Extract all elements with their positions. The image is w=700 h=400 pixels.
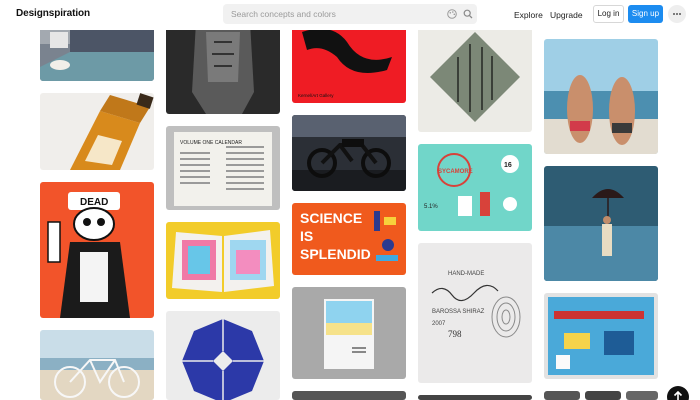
pin-amber-bottle[interactable] (40, 93, 154, 170)
hand-made-text: HAND-MADE (448, 271, 484, 277)
pin-gradient-booklet[interactable] (292, 287, 406, 379)
pin-calendar-print[interactable]: VOLUME ONE CALENDAR (166, 126, 280, 210)
sycamore-label: SYCAMORE (438, 169, 473, 175)
scroll-top-button[interactable] (667, 386, 689, 400)
science-title-1: SCIENCE (300, 210, 362, 226)
signup-button[interactable]: Sign up (628, 5, 663, 23)
dead-cap-text: DEAD (80, 197, 108, 208)
arrow-up-icon (673, 391, 683, 400)
login-button[interactable]: Log in (593, 5, 624, 23)
more-icon[interactable] (668, 5, 686, 23)
pin-wine-label[interactable]: HAND-MADE BAROSSA SHIRAZ 2007 798 (418, 243, 532, 383)
pin-red-poster[interactable]: Kernel/Art Gallery (292, 22, 406, 103)
pin-bicycle-beach[interactable] (40, 330, 154, 400)
search-bar[interactable]: Search concepts and colors (223, 4, 477, 24)
pin-tattoo-portrait[interactable] (166, 22, 280, 114)
pin-watercolor-book[interactable] (166, 222, 280, 299)
pin-blue-geometric-logo[interactable] (166, 311, 280, 400)
pin-blue-collage[interactable] (544, 293, 658, 379)
search-input[interactable]: Search concepts and colors (231, 9, 336, 19)
site-logo[interactable]: Designspiration (16, 8, 90, 19)
barossa-text: BAROSSA SHIRAZ (432, 309, 485, 315)
pin-interior-room[interactable] (40, 22, 154, 81)
pin-beach-photo[interactable] (544, 39, 658, 154)
science-title-3: SPLENDID (300, 246, 371, 262)
vintage-year: 2007 (432, 321, 446, 327)
pin-science-splendid[interactable]: SCIENCE IS SPLENDID (292, 203, 406, 275)
pin-sycamore-badge[interactable]: SYCAMORE 16 5.1% (418, 144, 532, 231)
pin-partial-dark[interactable] (418, 395, 532, 400)
pin-motorcycle[interactable] (292, 115, 406, 191)
pin-partial-grey[interactable] (292, 391, 406, 400)
bottle-number: 798 (448, 329, 462, 339)
calendar-title: VOLUME ONE CALENDAR (180, 140, 242, 146)
sycamore-percent: 5.1% (424, 204, 438, 210)
search-icon[interactable] (463, 9, 473, 19)
pin-partial-c[interactable] (626, 391, 658, 400)
science-title-2: IS (300, 228, 313, 244)
pin-partial-a[interactable] (544, 391, 580, 400)
nav-explore[interactable]: Explore (514, 10, 543, 20)
pin-forest-diamond[interactable] (418, 22, 532, 132)
pin-partial-b[interactable] (585, 391, 621, 400)
gallery-caption: Kernel/Art Gallery (298, 93, 334, 98)
sycamore-number: 16 (504, 162, 512, 169)
top-nav-bar: Designspiration Search concepts and colo… (0, 0, 700, 30)
nav-upgrade[interactable]: Upgrade (550, 10, 583, 20)
palette-icon[interactable] (447, 9, 457, 19)
pin-umbrella-water[interactable] (544, 166, 658, 281)
pin-skeleton-illustration[interactable]: DEAD (40, 182, 154, 318)
